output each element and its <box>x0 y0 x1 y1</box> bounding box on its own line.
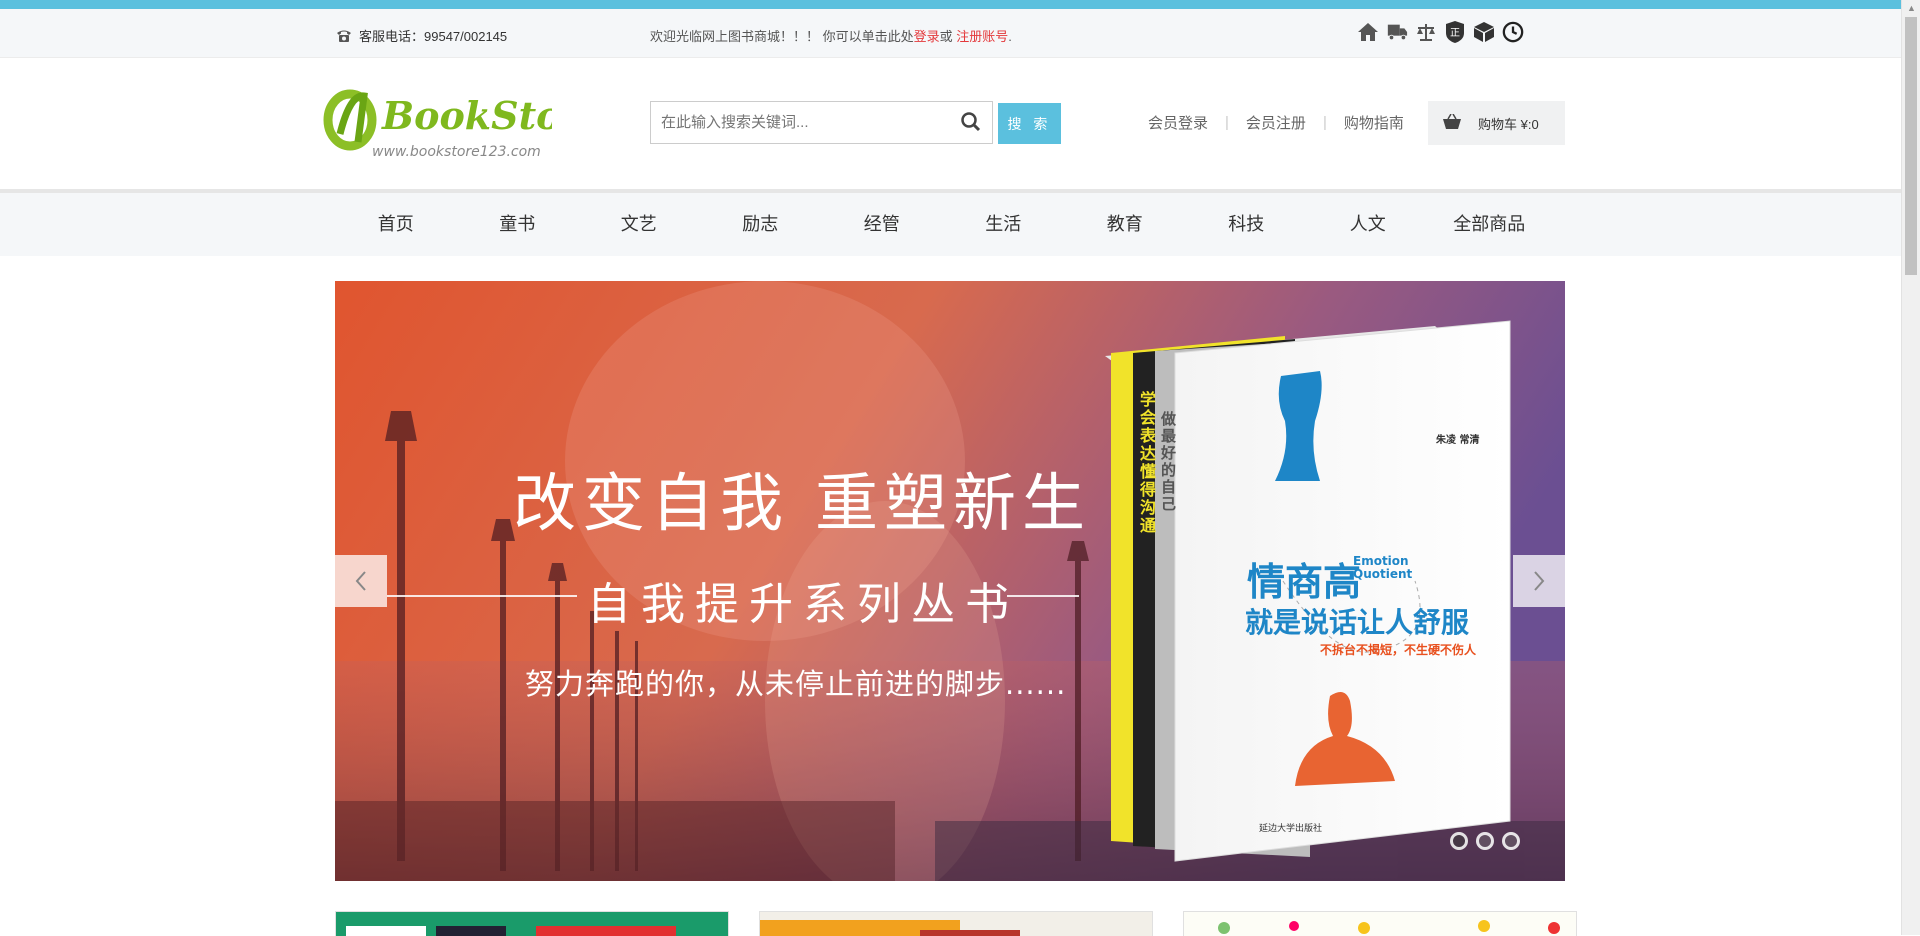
phone-icon <box>337 30 351 42</box>
nav-all-products[interactable]: 全部商品 <box>1429 193 1551 256</box>
banner-pagination <box>1450 832 1520 850</box>
book-spine-title: 学会表达 懂得沟通 <box>1140 390 1157 535</box>
book-author: 朱凌 常清 <box>1436 435 1480 446</box>
login-link[interactable]: 登录 <box>914 29 940 44</box>
promo-banner-3[interactable] <box>1183 911 1577 936</box>
promo-row <box>335 911 1577 936</box>
site-logo[interactable]: BookStore www.bookstore123.com <box>322 84 606 164</box>
banner-divider-left <box>387 595 577 597</box>
main-nav: 首页 童书 文艺 励志 经管 生活 教育 科技 人文 全部商品 <box>335 193 1550 256</box>
nav-humanities[interactable]: 人文 <box>1307 193 1429 256</box>
period-text: . <box>1008 29 1012 44</box>
top-icons: 正 <box>1357 19 1524 45</box>
book-english-title: Emotion Quotient <box>1353 554 1413 581</box>
chevron-left-icon <box>355 571 366 591</box>
member-register-link[interactable]: 会员注册 <box>1246 112 1306 133</box>
slide-dot-1[interactable] <box>1450 832 1468 850</box>
divider: | <box>1322 114 1327 131</box>
member-login-link[interactable]: 会员登录 <box>1148 112 1208 133</box>
nav-life[interactable]: 生活 <box>943 193 1065 256</box>
divider: | <box>1225 114 1229 131</box>
clock-icon[interactable] <box>1502 19 1524 45</box>
svg-text:正: 正 <box>1450 28 1460 39</box>
promo-banner-2[interactable] <box>759 911 1153 936</box>
cart-label: 购物车 ¥:0 <box>1478 116 1539 132</box>
banner-description: 努力奔跑的你，从未停止前进的脚步...... <box>525 667 1067 701</box>
slide-dot-2[interactable] <box>1476 832 1494 850</box>
user-links: 会员登录 | 会员注册 | 购物指南 <box>1148 112 1404 133</box>
scale-icon[interactable] <box>1415 19 1437 45</box>
register-link[interactable]: 注册账号 <box>956 29 1008 44</box>
nav-children[interactable]: 童书 <box>457 193 579 256</box>
main-nav-bar: 首页 童书 文艺 励志 经管 生活 教育 科技 人文 全部商品 <box>0 189 1901 256</box>
hero-banner[interactable]: 朱凌 常清 情商高 Emotion Quotient 就是说话让人舒服 不拆台不… <box>335 281 1565 881</box>
nav-business[interactable]: 经管 <box>821 193 943 256</box>
svg-text:BookStore: BookStore <box>381 93 552 138</box>
nav-literature[interactable]: 文艺 <box>578 193 700 256</box>
scrollbar-thumb[interactable] <box>1905 17 1917 275</box>
banner-prev-button[interactable] <box>335 555 387 607</box>
banner-subtitle: 自我提升系列丛书 <box>587 579 1019 630</box>
search-icon[interactable] <box>960 111 982 138</box>
slide-dot-3[interactable] <box>1502 832 1520 850</box>
chevron-right-icon <box>1534 571 1545 591</box>
book-main-title: 情商高 <box>1247 560 1362 604</box>
shopping-guide-link[interactable]: 购物指南 <box>1344 112 1404 133</box>
book-tagline: 不拆台不揭短，不生硬不伤人 <box>1320 643 1477 657</box>
search-input[interactable] <box>651 102 951 142</box>
book-spine-title-2: 做最好的自己 <box>1161 410 1177 513</box>
customer-phone: 客服电话：99547/002145 <box>335 26 507 45</box>
logo-url: www.bookstore123.com <box>372 144 541 160</box>
truck-icon[interactable] <box>1386 19 1408 45</box>
package-icon[interactable] <box>1473 19 1495 45</box>
banner-next-button[interactable] <box>1513 555 1565 607</box>
nav-education[interactable]: 教育 <box>1064 193 1186 256</box>
promo-banner-1[interactable] <box>335 911 729 936</box>
search-button[interactable]: 搜 索 <box>998 103 1061 144</box>
or-text: 或 <box>939 29 957 44</box>
phone-text: 客服电话：99547/002145 <box>359 29 508 44</box>
banner-title: 改变自我 重塑新生 <box>513 467 1092 540</box>
page-scrollbar[interactable]: ▲ <box>1901 0 1920 935</box>
search-box <box>650 101 993 144</box>
basket-icon <box>1442 113 1462 133</box>
welcome-message: 欢迎光临网上图书商城！！！ 你可以单击此处登录或 注册账号. <box>650 26 1012 45</box>
cart-button[interactable]: 购物车 ¥:0 <box>1428 101 1565 145</box>
book-main-subtitle: 就是说话让人舒服 <box>1245 606 1470 639</box>
book-publisher: 延边大学出版社 <box>1259 824 1323 834</box>
top-bar: 客服电话：99547/002145 欢迎光临网上图书商城！！！ 你可以单击此处登… <box>0 9 1901 58</box>
scroll-up-icon[interactable]: ▲ <box>1902 0 1920 17</box>
nav-home[interactable]: 首页 <box>335 193 457 256</box>
banner-divider-right <box>1007 595 1079 597</box>
authentic-badge-icon[interactable]: 正 <box>1444 19 1466 45</box>
nav-technology[interactable]: 科技 <box>1186 193 1308 256</box>
home-icon[interactable] <box>1357 19 1379 45</box>
nav-inspiration[interactable]: 励志 <box>700 193 822 256</box>
welcome-text: 欢迎光临网上图书商城！！！ 你可以单击此处 <box>650 29 914 44</box>
